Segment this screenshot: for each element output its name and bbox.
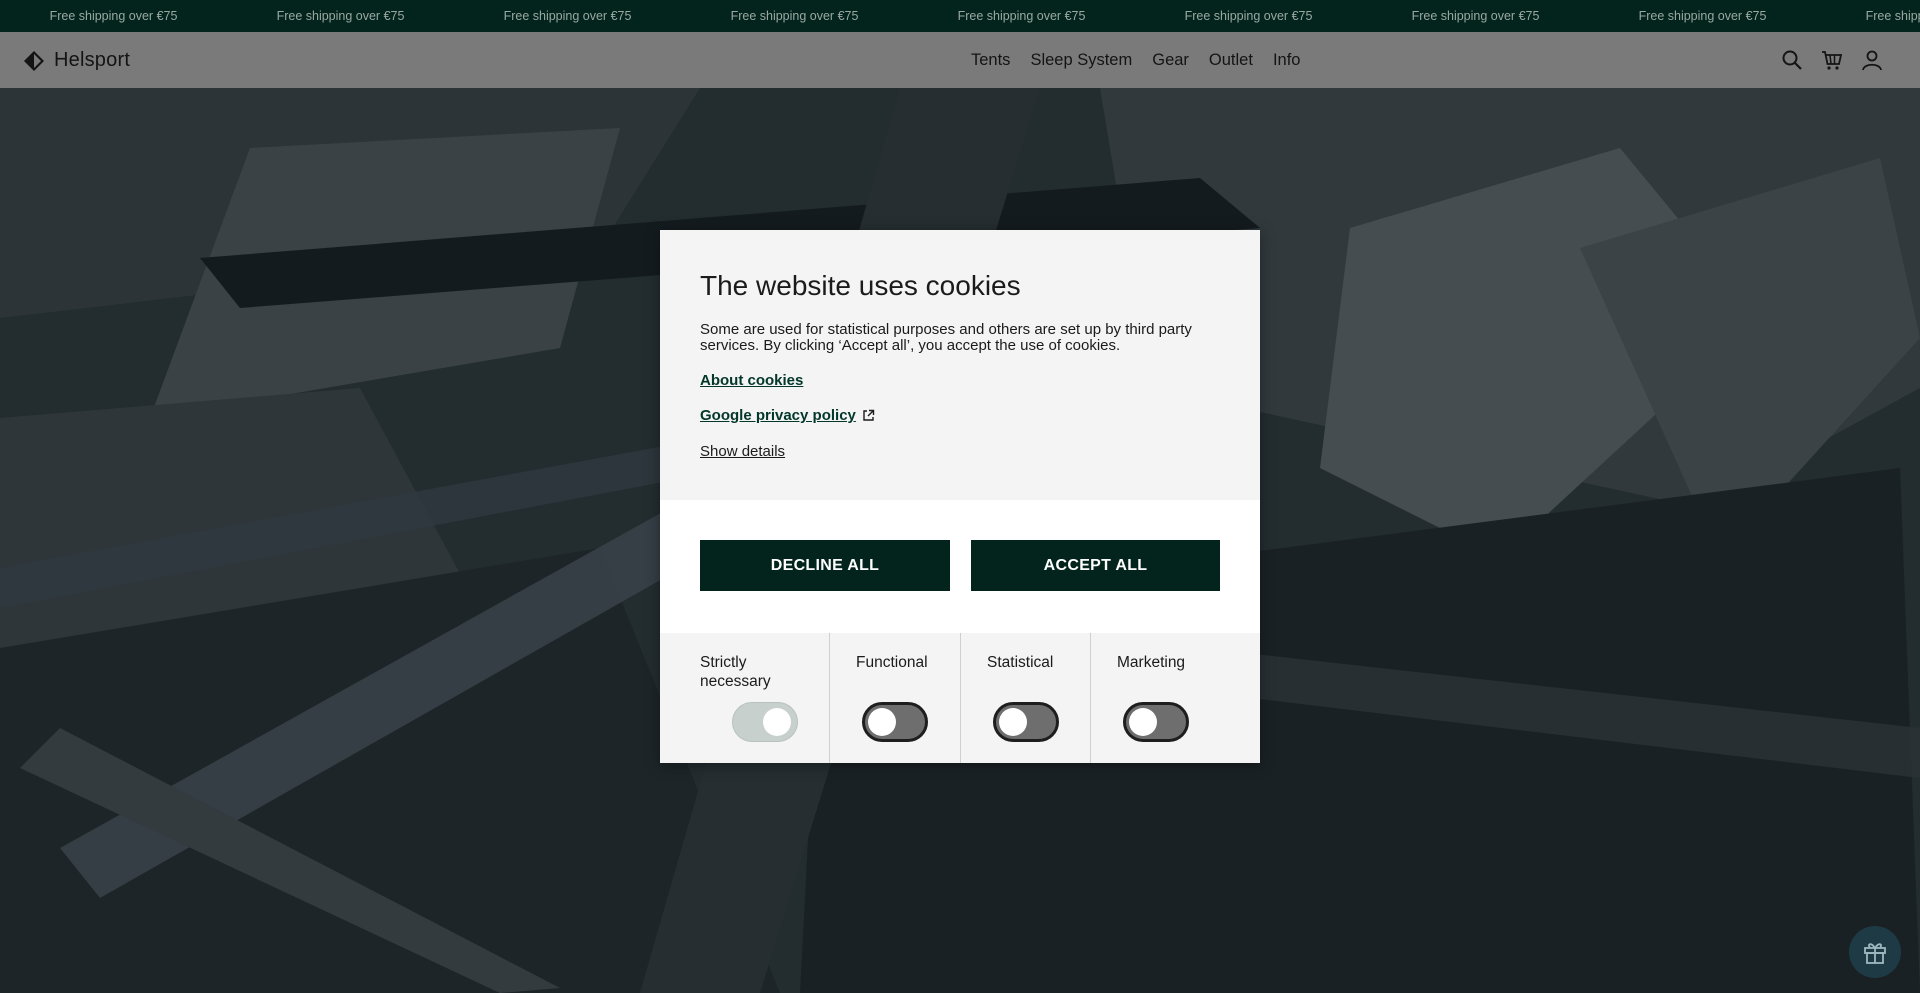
announcement-text: Free shipping over €75: [503, 9, 632, 23]
nav-item-tents[interactable]: Tents: [971, 51, 1010, 70]
announcement-text: Free shipping over €75: [1411, 9, 1540, 23]
account-icon[interactable]: [1860, 48, 1884, 72]
toggle-knob: [763, 708, 791, 736]
announcement-text: Free shipping over €75: [276, 9, 405, 23]
cookie-dialog-actions: DECLINE ALL ACCEPT ALL: [660, 500, 1260, 633]
announcement-text: Free shipping over €75: [1638, 9, 1767, 23]
cookie-categories: Strictly necessary Functional Statistica…: [660, 633, 1260, 763]
site-header: Helsport Tents Sleep System Gear Outlet …: [0, 32, 1920, 88]
nav-item-outlet[interactable]: Outlet: [1209, 51, 1253, 70]
statistical-toggle[interactable]: [993, 702, 1059, 742]
nav-item-sleep-system[interactable]: Sleep System: [1030, 51, 1132, 70]
nav-item-info[interactable]: Info: [1273, 51, 1301, 70]
category-functional: Functional: [830, 633, 961, 763]
marketing-toggle[interactable]: [1123, 702, 1189, 742]
cookie-dialog-body: The website uses cookies Some are used f…: [660, 230, 1260, 500]
category-marketing: Marketing: [1091, 633, 1260, 763]
logo-link[interactable]: Helsport: [23, 49, 130, 72]
category-strictly-necessary: Strictly necessary: [660, 633, 830, 763]
announcement-text: Free shipping over €75: [1865, 9, 1920, 23]
gift-icon: [1864, 943, 1886, 964]
cart-icon[interactable]: [1820, 48, 1844, 72]
external-link-icon: [863, 409, 875, 421]
toggle-knob: [1129, 708, 1157, 736]
logo-text: Helsport: [54, 49, 131, 71]
category-label: Statistical: [987, 654, 1054, 671]
category-label: Strictly necessary: [700, 654, 771, 690]
toggle-knob: [868, 708, 896, 736]
cookie-dialog-text: Some are used for statistical purposes a…: [700, 321, 1192, 354]
announcement-text: Free shipping over €75: [49, 9, 178, 23]
announcement-text: Free shipping over €75: [730, 9, 859, 23]
helsport-logo-icon: [24, 50, 44, 71]
announcement-text: Free shipping over €75: [957, 9, 1086, 23]
main-nav: Tents Sleep System Gear Outlet Info: [971, 32, 1300, 88]
category-label: Marketing: [1117, 654, 1186, 671]
category-label: Functional: [856, 654, 928, 671]
decline-all-button[interactable]: DECLINE ALL: [700, 540, 950, 591]
search-icon[interactable]: [1780, 48, 1804, 72]
header-actions: [1780, 32, 1884, 88]
functional-toggle[interactable]: [862, 702, 928, 742]
toggle-knob: [999, 708, 1027, 736]
show-details-link[interactable]: Show details: [700, 443, 785, 460]
gift-button[interactable]: [1849, 926, 1901, 978]
cookie-dialog: The website uses cookies Some are used f…: [660, 230, 1260, 763]
google-privacy-label: Google privacy policy: [700, 407, 856, 424]
announcement-bar: Free shipping over €75 Free shipping ove…: [0, 0, 1920, 32]
strictly-necessary-toggle[interactable]: [732, 702, 798, 742]
accept-all-button[interactable]: ACCEPT ALL: [971, 540, 1220, 591]
cookie-dialog-title: The website uses cookies: [700, 270, 1021, 301]
about-cookies-link[interactable]: About cookies: [700, 372, 803, 389]
nav-item-gear[interactable]: Gear: [1152, 51, 1189, 70]
announcement-text: Free shipping over €75: [1184, 9, 1313, 23]
category-statistical: Statistical: [961, 633, 1091, 763]
google-privacy-link[interactable]: Google privacy policy: [700, 407, 875, 424]
